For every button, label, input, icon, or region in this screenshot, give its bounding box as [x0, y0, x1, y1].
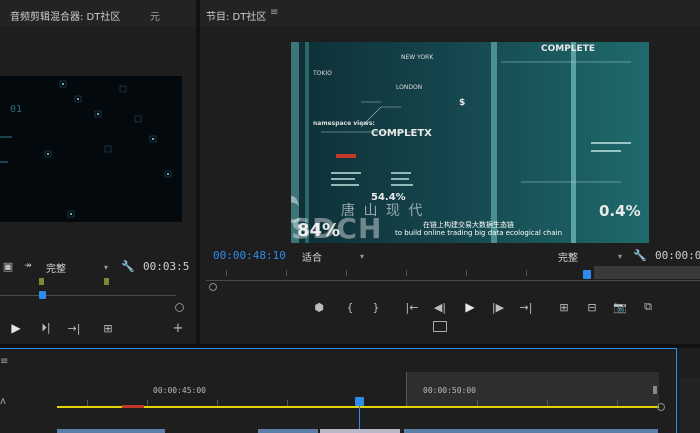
left-quality-select[interactable]: 完整 ▾ — [46, 260, 108, 275]
program-scrubber[interactable] — [206, 266, 700, 292]
left-playhead[interactable] — [39, 291, 46, 299]
go-to-out-icon[interactable]: →| — [518, 299, 534, 315]
fit-select[interactable]: 适合 ▾ — [302, 249, 364, 264]
program-transport: ⬢ { } |← ◀| ▶ |▶ →| ⊞ ⊟ 📷 ⧉ — [200, 297, 700, 317]
program-timecode[interactable]: 00:00:48:10 — [213, 249, 286, 262]
video-text-newyork: NEW YORK — [401, 54, 434, 61]
mark-out-icon[interactable]: } — [368, 299, 384, 315]
go-to-out-icon[interactable]: →| — [66, 320, 82, 336]
clip-4[interactable] — [404, 429, 658, 433]
chevron-down-icon: ▾ — [103, 263, 108, 272]
clip-3[interactable] — [320, 429, 400, 433]
left-panel-overflow-tab[interactable]: 元 — [150, 8, 160, 23]
clip-1[interactable] — [57, 429, 165, 433]
left-transport: ▶ ⏵| →| ⊞ + — [0, 320, 196, 338]
program-quality-select[interactable]: 完整 ▾ — [558, 249, 622, 264]
go-to-in-icon[interactable]: |← — [404, 299, 420, 315]
work-area-bar[interactable] — [57, 406, 659, 408]
work-area-end-circle[interactable] — [657, 403, 665, 411]
watermark-text-cn: 唐 山 现 代 — [341, 203, 425, 219]
program-video: TOKIO NEW YORK LONDON COMPLETE COMPLETX … — [291, 42, 649, 243]
wrench-icon[interactable]: 🔧 — [120, 258, 136, 274]
compare-icon[interactable]: ⧉ — [640, 299, 656, 315]
timeline-border-top — [0, 348, 676, 349]
timeline-right-panel — [680, 378, 700, 433]
clip-2[interactable] — [258, 429, 318, 433]
hamburger-icon[interactable]: ≡ — [270, 7, 278, 18]
left-marker-1 — [39, 278, 44, 285]
panel-divider[interactable] — [196, 0, 200, 346]
left-video-preview: 01 — [0, 76, 182, 222]
timeline-playhead-head[interactable] — [355, 397, 364, 406]
camera-icon[interactable]: 📷 — [612, 299, 628, 315]
add-button-icon[interactable]: + — [170, 320, 186, 336]
left-scrubber[interactable] — [0, 276, 186, 312]
video-text-namespace: namespace views: — [313, 120, 375, 127]
render-warning-bar — [122, 405, 144, 408]
left-panel-title[interactable]: 音频剪辑混合器: DT社区 — [10, 8, 120, 23]
export-frame-icon[interactable]: ▣ — [0, 258, 16, 274]
timeline-menu-icon[interactable]: ≡ — [0, 356, 8, 367]
time-label-right: 00:00:50:00 — [423, 386, 476, 395]
settings-wrench-icon[interactable]: 🔧 — [632, 247, 648, 263]
mark-in-icon[interactable]: { — [342, 299, 358, 315]
left-video-graphic: 01 — [0, 80, 172, 218]
chevron-down-icon: ▾ — [617, 252, 622, 261]
video-text-london: LONDON — [396, 84, 423, 91]
scrubber-in-out-range — [594, 266, 700, 279]
ruler-end-marker — [653, 386, 657, 394]
timeline-border-right — [676, 348, 677, 433]
program-panel-title[interactable]: 节目: DT社区 — [206, 8, 266, 23]
left-panel-header: 音频剪辑混合器: DT社区 元 — [0, 0, 196, 26]
subtitle-en: to build online trading big data ecologi… — [395, 229, 563, 237]
chevron-down-icon: ▾ — [359, 252, 364, 261]
lift-icon[interactable]: ⊞ — [556, 299, 572, 315]
left-controls: ▣ ↠ 完整 ▾ 🔧 00:03:5 — [0, 258, 196, 276]
step-forward-icon[interactable]: ⏵| — [38, 320, 54, 336]
play-icon[interactable]: ▶ — [462, 299, 478, 315]
fit-label: 适合 — [302, 253, 322, 264]
left-quality-label: 完整 — [46, 264, 66, 275]
scroll-start-circle[interactable] — [209, 283, 217, 291]
left-marker-2 — [104, 278, 109, 285]
button-editor-icon[interactable] — [433, 321, 447, 332]
left-timecode: 00:03:5 — [143, 260, 190, 273]
time-label-left: 00:00:45:00 — [153, 386, 206, 395]
left-scroll-end-circle[interactable] — [175, 303, 184, 312]
video-text-completx: COMPLETX — [371, 128, 432, 139]
ruler-range-start — [406, 372, 407, 406]
wrench-icon[interactable]: ʌ — [0, 396, 6, 407]
extract-icon[interactable]: ⊟ — [584, 299, 600, 315]
program-panel-header: 节目: DT社区 ≡ — [200, 0, 700, 26]
step-back-icon[interactable]: ◀| — [432, 299, 448, 315]
program-playhead[interactable] — [583, 270, 591, 279]
video-text-percent-2: 0.4% — [599, 202, 641, 220]
timeline-panel: ≡ ʌ 00:00:45:00 00:00:50:00 — [0, 348, 700, 433]
video-text-dollar: $ — [459, 98, 466, 108]
left-play-icon[interactable]: ▶ — [8, 320, 24, 336]
insert-icon[interactable]: ⊞ — [100, 320, 116, 336]
step-forward-icon[interactable]: |▶ — [490, 299, 506, 315]
program-info-row: 00:00:48:10 适合 ▾ 完整 ▾ 🔧 00:00:09 — [200, 247, 700, 265]
program-quality-label: 完整 — [558, 253, 578, 264]
video-text-complete: COMPLETE — [541, 44, 595, 54]
svg-text:01: 01 — [10, 104, 22, 115]
program-duration: 00:00:09 — [655, 249, 700, 262]
add-marker-icon[interactable]: ⬢ — [311, 299, 327, 315]
video-text-tokio: TOKIO — [313, 70, 332, 77]
in-out-icon[interactable]: ↠ — [20, 258, 36, 274]
